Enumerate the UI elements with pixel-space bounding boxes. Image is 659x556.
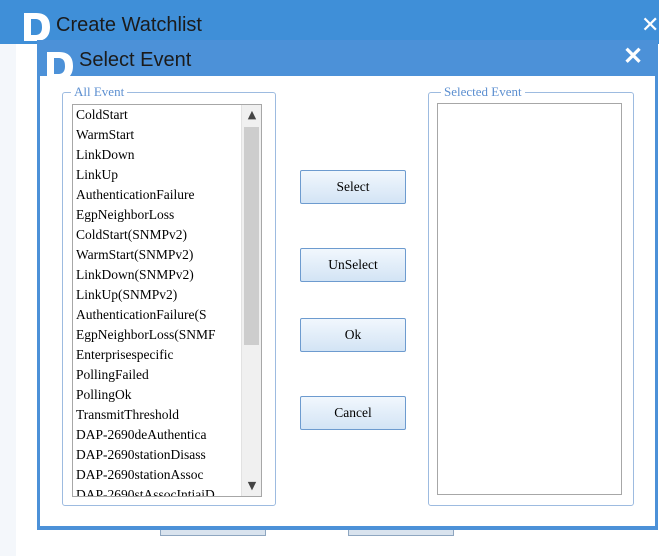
event-list-item[interactable]: LinkDown <box>73 145 239 165</box>
event-list-item[interactable]: Enterprisespecific <box>73 345 239 365</box>
selected-event-label: Selected Event <box>441 84 525 100</box>
event-list-item[interactable]: DAP-2690stationDisass <box>73 445 239 465</box>
create-watchlist-titlebar: Create Watchlist ✕ <box>0 0 659 44</box>
event-list-item[interactable]: DAP-2690stAssocIntiaiD <box>73 485 239 496</box>
event-list-item[interactable]: DAP-2690deAuthentica <box>73 425 239 445</box>
scrollbar-thumb[interactable] <box>244 127 259 345</box>
selected-event-list[interactable] <box>437 103 622 495</box>
ok-button[interactable]: Ok <box>300 318 406 352</box>
all-event-scrollbar[interactable]: ▲ ▼ <box>241 105 261 496</box>
scroll-down-icon[interactable]: ▼ <box>242 476 261 496</box>
unselect-button[interactable]: UnSelect <box>300 248 406 282</box>
dlink-logo-icon <box>24 13 50 41</box>
event-list-item[interactable]: AuthenticationFailure <box>73 185 239 205</box>
event-list-item[interactable]: TransmitThreshold <box>73 405 239 425</box>
all-event-items: ColdStart WarmStart LinkDown LinkUp Authenti… <box>73 105 239 496</box>
all-event-label: All Event <box>71 84 128 100</box>
event-list-item[interactable]: PollingOk <box>73 385 239 405</box>
create-watchlist-title: Create Watchlist <box>56 14 202 36</box>
create-watchlist-close-icon[interactable]: ✕ <box>641 12 659 38</box>
scroll-up-icon[interactable]: ▲ <box>242 105 261 125</box>
select-button[interactable]: Select <box>300 170 406 204</box>
event-list-item[interactable]: PollingFailed <box>73 365 239 385</box>
event-list-item[interactable]: WarmStart <box>73 125 239 145</box>
select-event-title: Select Event <box>79 49 192 71</box>
select-event-close-icon[interactable]: ✕ <box>623 42 643 71</box>
all-event-list[interactable]: ColdStart WarmStart LinkDown LinkUp Authenti… <box>72 104 262 497</box>
event-list-item[interactable]: WarmStart(SNMPv2) <box>73 245 239 265</box>
event-list-item[interactable]: LinkUp(SNMPv2) <box>73 285 239 305</box>
event-list-item[interactable]: ColdStart <box>73 105 239 125</box>
event-list-item[interactable]: LinkUp <box>73 165 239 185</box>
event-list-item[interactable]: DAP-2690stationAssoc <box>73 465 239 485</box>
event-list-item[interactable]: AuthenticationFailure(S <box>73 305 239 325</box>
event-list-item[interactable]: LinkDown(SNMPv2) <box>73 265 239 285</box>
background-button-fragment <box>348 529 454 536</box>
background-button-fragment <box>160 529 266 536</box>
event-list-item[interactable]: EgpNeighborLoss <box>73 205 239 225</box>
cancel-button[interactable]: Cancel <box>300 396 406 430</box>
event-list-item[interactable]: ColdStart(SNMPv2) <box>73 225 239 245</box>
event-list-item[interactable]: EgpNeighborLoss(SNMF <box>73 325 239 345</box>
